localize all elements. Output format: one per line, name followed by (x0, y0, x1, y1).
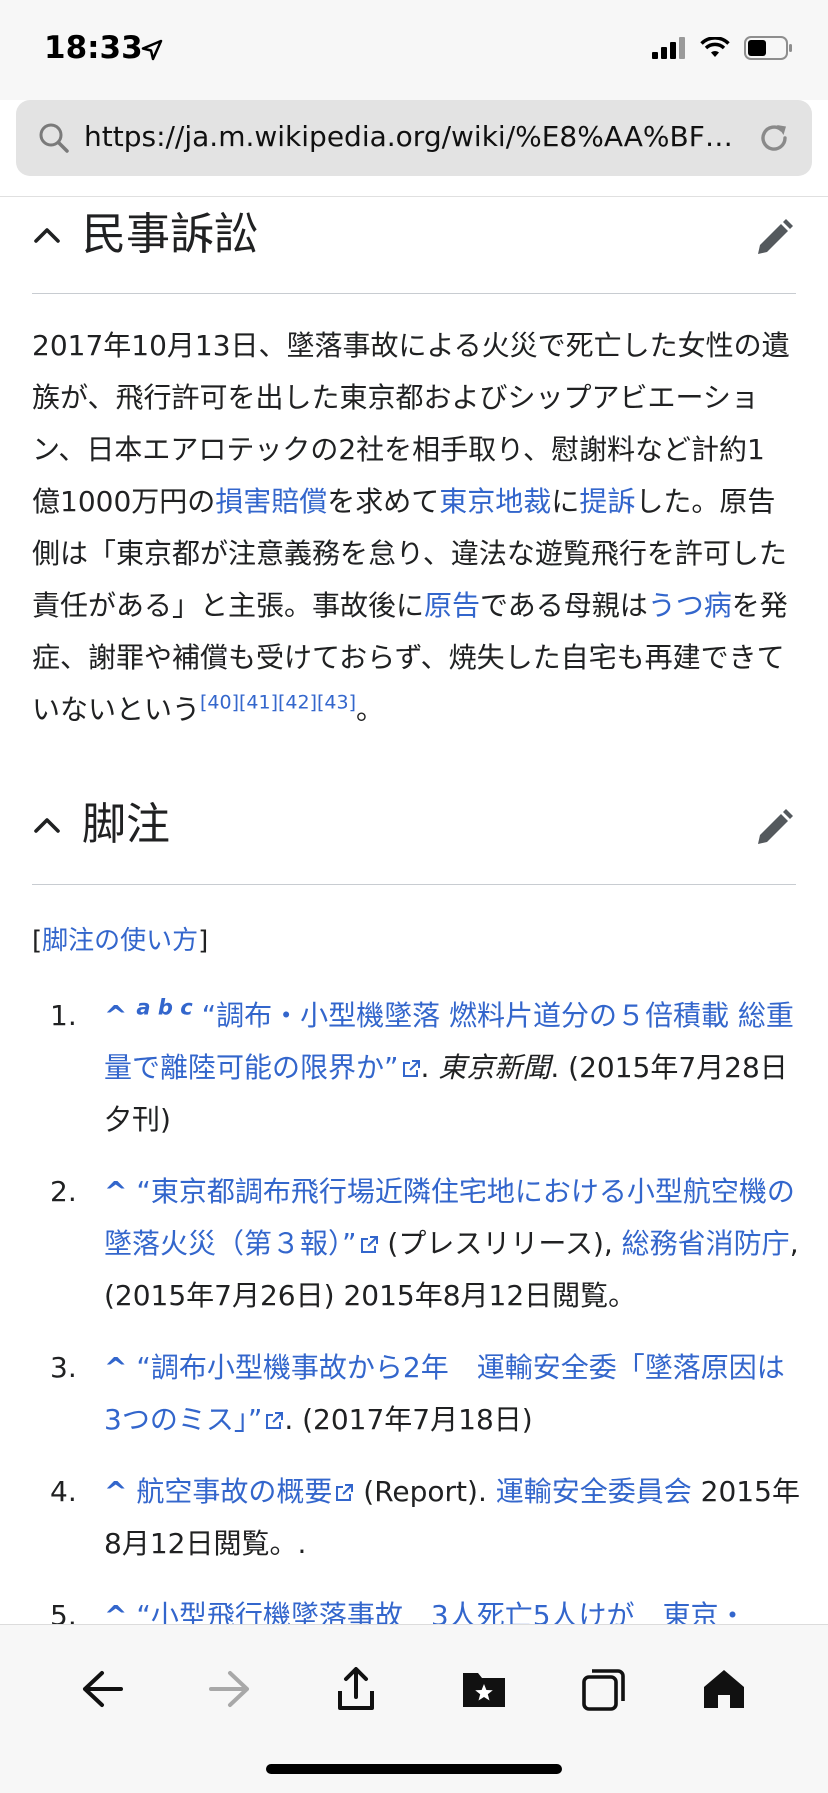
bracket: ] (198, 926, 209, 956)
clock: 18:33 (44, 30, 143, 66)
reference-item: 3. ^ “調布小型機事故から2年 運輸安全委「墜落原因は3つのミス」”. (2… (50, 1342, 800, 1446)
section-heading-footnotes[interactable]: 脚注 (32, 792, 796, 872)
section-title: 脚注 (82, 799, 170, 850)
ref-link-jtsb[interactable]: 運輸安全委員会 (496, 1475, 692, 1508)
share-icon[interactable] (336, 1667, 376, 1711)
back-icon[interactable] (80, 1669, 124, 1709)
forward-button[interactable] (200, 1659, 260, 1719)
section-heading-civil-suit[interactable]: 民事訴訟 (32, 202, 796, 282)
text: 。 (356, 693, 385, 726)
search-icon (39, 123, 69, 153)
link-plaintiff[interactable]: 原告 (424, 589, 480, 622)
tabs-icon[interactable] (582, 1667, 626, 1711)
tabs-button[interactable] (574, 1659, 634, 1719)
section-divider (32, 884, 796, 885)
link-depression[interactable]: うつ病 (648, 589, 732, 622)
reference-list: 1. ^ a b c “調布・小型機墜落 燃料片道分の５倍積載 総重量で離陸可能… (50, 990, 800, 1662)
ref-number: 3. (50, 1351, 77, 1384)
link-tokyo-district-court[interactable]: 東京地裁 (439, 485, 551, 518)
ref-number: 2. (50, 1175, 77, 1208)
backlink-caret[interactable]: ^ (104, 1175, 127, 1208)
text: . (420, 1051, 439, 1084)
reference-item: 2. ^ “東京都調布飛行場近隣住宅地における小型航空機の墜落火災（第３報）” … (50, 1166, 800, 1322)
location-arrow-icon (141, 39, 163, 61)
bracket: [ (32, 926, 43, 956)
ref-link[interactable]: 航空事故の概要 (136, 1475, 332, 1508)
reload-icon[interactable] (756, 120, 792, 156)
url-text[interactable]: https://ja.m.wikipedia.org/wiki/%E8%AA%B… (84, 120, 744, 153)
bookmarks-button[interactable] (454, 1659, 514, 1719)
footnote-howto: [脚注の使い方] (32, 920, 208, 957)
footnote-howto-link[interactable]: 脚注の使い方 (42, 926, 198, 956)
wifi-icon (700, 37, 730, 57)
ref-number: 4. (50, 1475, 77, 1508)
back-button[interactable] (72, 1659, 132, 1719)
publisher: 東京新聞 (438, 1051, 551, 1084)
edit-pencil-icon[interactable] (754, 808, 794, 848)
link-damages[interactable]: 損害賠償 (215, 485, 327, 518)
backlink-caret[interactable]: ^ (104, 1351, 127, 1384)
share-button[interactable] (326, 1659, 386, 1719)
text: である母親は (480, 589, 648, 622)
section-title: 民事訴訟 (82, 209, 258, 260)
chevron-up-icon[interactable] (32, 810, 62, 840)
forward-icon[interactable] (208, 1669, 252, 1709)
external-link-icon (402, 1060, 420, 1077)
backlink-caret[interactable]: ^ (104, 1475, 127, 1508)
backlinks-abc[interactable]: a b c (136, 996, 192, 1020)
link-lawsuit[interactable]: 提訴 (579, 485, 635, 518)
ref-number: 1. (50, 999, 77, 1032)
edit-pencil-icon[interactable] (754, 218, 794, 258)
cellular-signal-icon (652, 37, 685, 59)
ref-link-agency[interactable]: 総務省消防庁 (622, 1227, 790, 1260)
text: (プレスリリース), (378, 1227, 622, 1260)
home-button[interactable] (694, 1659, 754, 1719)
external-link-icon (360, 1236, 378, 1253)
address-bar[interactable]: https://ja.m.wikipedia.org/wiki/%E8%AA%B… (16, 100, 812, 176)
text: を求めて (327, 485, 440, 518)
text: . (2017年7月18日) (284, 1403, 533, 1436)
bookmarks-icon[interactable] (461, 1669, 507, 1709)
reference-item: 4. ^ 航空事故の概要 (Report). 運輸安全委員会 2015年8月12… (50, 1466, 800, 1570)
external-link-icon (336, 1484, 354, 1501)
section-paragraph: 2017年10月13日、墜落事故による火災で死亡した女性の遺族が、飛行許可を出し… (32, 320, 792, 736)
backlink-caret[interactable]: ^ (104, 999, 127, 1032)
divider (0, 196, 828, 197)
status-bar: 18:33 (0, 0, 828, 100)
home-indicator (266, 1764, 562, 1774)
section-divider (32, 293, 796, 294)
chevron-up-icon[interactable] (32, 220, 62, 250)
text: (Report). (354, 1475, 496, 1508)
citation-links[interactable]: [40][41][42][43] (200, 692, 356, 714)
battery-icon (744, 36, 792, 60)
home-icon[interactable] (702, 1668, 746, 1710)
external-link-icon (266, 1412, 284, 1429)
reference-item: 1. ^ a b c “調布・小型機墜落 燃料片道分の５倍積載 総重量で離陸可能… (50, 990, 800, 1146)
text: に (551, 485, 580, 518)
